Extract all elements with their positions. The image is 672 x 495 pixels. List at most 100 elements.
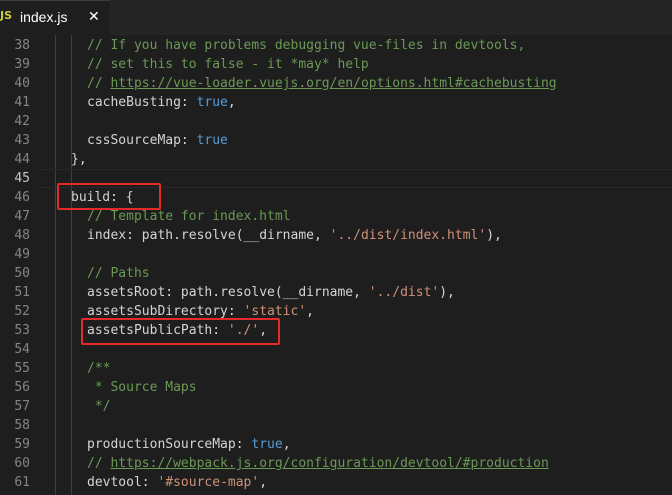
code-text: cssSourceMap: true [87, 131, 228, 150]
tab-bar: JS index.js ✕ [0, 0, 672, 35]
line-number: 47 [14, 209, 30, 224]
line-number: 44 [14, 152, 30, 167]
code-token: : [227, 304, 244, 319]
highlight-box-build [57, 183, 161, 210]
code-token: devtool [87, 475, 142, 490]
code-token: cacheBusting [87, 95, 181, 110]
tab-title[interactable]: index.js [20, 9, 67, 25]
code-text: /** [87, 359, 110, 378]
code-line[interactable]: 51 assetsRoot: path.resolve(__dirname, '.… [0, 283, 672, 302]
code-token: , [227, 95, 236, 110]
code-line[interactable]: 48 index: path.resolve(__dirname, '../dis… [0, 226, 672, 245]
code-text: productionSourceMap: true, [87, 435, 291, 454]
code-token: : path.resolve(__dirname, [165, 285, 369, 300]
line-number: 52 [14, 304, 30, 319]
code-token: '../dist/index.html' [329, 228, 487, 243]
code-token: // set this to false - it *may* help [87, 57, 369, 72]
code-line[interactable]: 44}, [0, 150, 672, 169]
code-token: 'static' [243, 304, 307, 319]
code-token: index [87, 228, 127, 243]
code-line[interactable]: 50 // Paths [0, 264, 672, 283]
line-number: 60 [14, 456, 30, 471]
code-text: // set this to false - it *may* help [87, 55, 369, 74]
code-text: // https://webpack.js.org/configuration/… [87, 454, 549, 473]
line-number: 42 [14, 114, 30, 129]
code-line[interactable]: 38 // If you have problems debugging vue-… [0, 36, 672, 55]
code-line[interactable]: 60 // https://webpack.js.org/configuratio… [0, 454, 672, 473]
line-number: 48 [14, 228, 30, 243]
code-text: cacheBusting: true, [87, 93, 236, 112]
code-line[interactable]: 40 // https://vue-loader.vuejs.org/en/opt… [0, 74, 672, 93]
code-token: * Source Maps [87, 380, 197, 395]
highlight-box-assets-public-path [81, 318, 280, 345]
line-number: 59 [14, 437, 30, 452]
code-text: // Paths [87, 264, 150, 283]
code-line[interactable]: 49 [0, 245, 672, 264]
line-number: 46 [14, 190, 30, 205]
code-text: // https://vue-loader.vuejs.org/en/optio… [87, 74, 557, 93]
code-token: ), [439, 285, 455, 300]
code-token: : [180, 133, 197, 148]
line-number: 50 [14, 266, 30, 281]
code-token: : [141, 475, 158, 490]
code-editor[interactable]: 38 // If you have problems debugging vue-… [0, 35, 672, 495]
line-number: 39 [14, 57, 30, 72]
javascript-file-icon: JS [0, 9, 13, 22]
code-text: */ [87, 397, 111, 416]
line-number: 56 [14, 380, 30, 395]
code-text: }, [71, 150, 87, 169]
close-icon[interactable]: ✕ [88, 9, 100, 25]
code-line[interactable]: 58 [0, 416, 672, 435]
code-token: productionSourceMap [87, 437, 236, 452]
line-number: 41 [14, 95, 30, 110]
line-number: 61 [14, 475, 30, 490]
line-number: 43 [14, 133, 30, 148]
code-line[interactable]: 42 [0, 112, 672, 131]
line-number: 54 [14, 342, 30, 357]
code-text: assetsRoot: path.resolve(__dirname, '../… [87, 283, 455, 302]
code-token: : [235, 437, 252, 452]
code-text: index: path.resolve(__dirname, '../dist/… [87, 226, 502, 245]
code-token: }, [71, 152, 87, 167]
code-line[interactable]: 59 productionSourceMap: true, [0, 435, 672, 454]
code-token: // Paths [87, 266, 150, 281]
code-token: true [251, 437, 283, 452]
code-token: cssSourceMap [87, 133, 181, 148]
code-line[interactable]: 61 devtool: '#source-map', [0, 473, 672, 492]
code-text: devtool: '#source-map', [87, 473, 267, 492]
line-number: 45 [14, 171, 30, 186]
code-text: * Source Maps [87, 378, 197, 397]
code-token: true [196, 133, 228, 148]
code-token: /** [87, 361, 111, 376]
code-line[interactable]: 41 cacheBusting: true, [0, 93, 672, 112]
code-token: // [87, 456, 111, 471]
tab-index-js[interactable]: JS index.js ✕ [0, 0, 110, 35]
code-token[interactable]: https://webpack.js.org/configuration/dev… [110, 456, 548, 471]
code-token: : path.resolve(__dirname, [126, 228, 330, 243]
code-token: // [87, 76, 111, 91]
code-token: , [282, 437, 291, 452]
line-number: 53 [14, 323, 30, 338]
code-token[interactable]: https://vue-loader.vuejs.org/en/options.… [110, 76, 556, 91]
code-token: '../dist' [368, 285, 440, 300]
code-token: */ [87, 399, 111, 414]
line-number: 55 [14, 361, 30, 376]
line-number: 40 [14, 76, 30, 91]
line-number: 57 [14, 399, 30, 414]
code-token: '#source-map' [157, 475, 260, 490]
code-line[interactable]: 39 // set this to false - it *may* help [0, 55, 672, 74]
code-token: assetsSubDirectory [87, 304, 228, 319]
line-number: 38 [14, 38, 30, 53]
code-line[interactable]: 56 * Source Maps [0, 378, 672, 397]
code-token: , [259, 475, 268, 490]
code-token: , [306, 304, 314, 319]
code-line[interactable]: 43 cssSourceMap: true [0, 131, 672, 150]
code-line[interactable]: 57 */ [0, 397, 672, 416]
code-token: ), [486, 228, 502, 243]
line-number: 49 [14, 247, 30, 262]
code-text: // If you have problems debugging vue-fi… [87, 36, 525, 55]
code-token: : [180, 95, 197, 110]
code-line[interactable]: 55 /** [0, 359, 672, 378]
code-token: true [196, 95, 228, 110]
code-token: // If you have problems debugging vue-fi… [87, 38, 526, 53]
